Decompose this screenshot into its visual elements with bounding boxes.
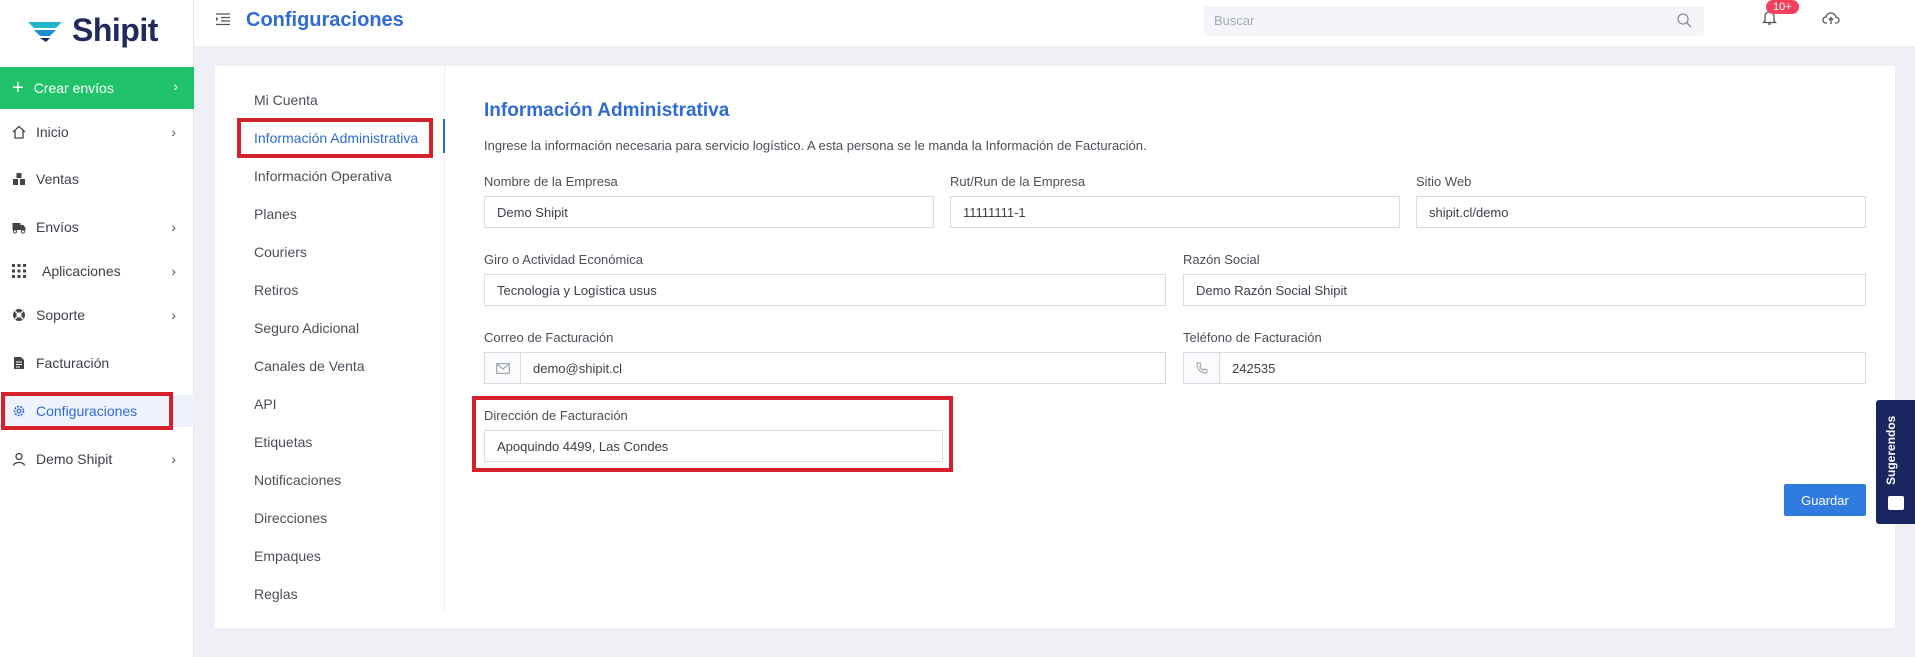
subnav-item-seguro-adicional[interactable]: Seguro Adicional: [254, 320, 359, 336]
billing-email-label: Correo de Facturación: [484, 330, 614, 345]
billing-phone-label: Teléfono de Facturación: [1183, 330, 1322, 345]
sidebar-item-label: Configuraciones: [36, 403, 138, 419]
sidebar-item-label: Facturación: [36, 355, 110, 371]
sidebar-item-label: Ventas: [36, 171, 79, 187]
form-title: Información Administrativa: [484, 100, 730, 121]
sidebar-item-label: Inicio: [36, 124, 69, 140]
subnav-item-canales-de-venta[interactable]: Canales de Venta: [254, 358, 365, 374]
rut-field[interactable]: 11111111-1: [950, 196, 1400, 228]
sidebar-item-demo-shipit[interactable]: Demo Shipit ›: [0, 443, 194, 475]
settings-card: Mi Cuenta Información Administrativa Inf…: [215, 66, 1895, 628]
truck-icon: [12, 220, 26, 234]
phone-icon: [1184, 353, 1220, 383]
user-icon: [12, 452, 26, 466]
sales-icon: [12, 172, 26, 186]
website-value: shipit.cl/demo: [1429, 204, 1509, 220]
subnav-item-couriers[interactable]: Couriers: [254, 244, 307, 260]
sidebar-item-label: Demo Shipit: [36, 451, 113, 467]
chevron-right-icon: ›: [171, 263, 176, 279]
document-icon: [12, 356, 26, 370]
top-bar: Configuraciones Buscar 10+: [194, 0, 1915, 46]
gear-icon: [12, 404, 26, 418]
sidebar-item-label: Aplicaciones: [42, 263, 121, 279]
subnav-item-empaques[interactable]: Empaques: [254, 548, 321, 564]
sidebar-item-soporte[interactable]: Soporte ›: [0, 299, 194, 331]
rut-label: Rut/Run de la Empresa: [950, 174, 1086, 189]
website-field[interactable]: shipit.cl/demo: [1416, 196, 1866, 228]
subnav-item-etiquetas[interactable]: Etiquetas: [254, 434, 312, 450]
company-name-value: Demo Shipit: [497, 204, 568, 220]
subnav-item-api[interactable]: API: [254, 396, 277, 412]
subnav-item-planes[interactable]: Planes: [254, 206, 297, 222]
sidebar: Shipit + Crear envíos › Inicio › Ventas …: [0, 0, 194, 657]
form-description: Ingrese la información necesaria para se…: [484, 138, 1147, 153]
save-button[interactable]: Guardar: [1784, 484, 1866, 516]
subnav-item-informacion-administrativa[interactable]: Información Administrativa: [254, 130, 418, 146]
billing-email-value: demo@shipit.cl: [533, 360, 623, 376]
sidebar-item-ventas[interactable]: Ventas: [0, 163, 194, 195]
chevron-right-icon: ›: [171, 451, 176, 467]
rut-value: 11111111-1: [963, 204, 1026, 220]
sidebar-item-label: Envíos: [36, 219, 79, 235]
sidebar-item-inicio[interactable]: Inicio ›: [0, 116, 194, 148]
create-shipment-button[interactable]: + Crear envíos ›: [0, 67, 194, 109]
search-placeholder: Buscar: [1214, 13, 1255, 28]
chevron-right-icon: ›: [171, 307, 176, 323]
menu-toggle-icon[interactable]: [216, 12, 230, 26]
subnav-item-reglas[interactable]: Reglas: [254, 586, 298, 602]
chevron-right-icon: ›: [173, 78, 178, 94]
cloud-upload-icon[interactable]: [1822, 11, 1840, 28]
notification-badge: 10+: [1766, 0, 1799, 14]
billing-address-label: Dirección de Facturación: [484, 408, 628, 423]
feedback-side-tab[interactable]: Sugerendos: [1876, 400, 1915, 524]
subnav-item-notificaciones[interactable]: Notificaciones: [254, 472, 341, 488]
billing-phone-field[interactable]: 242535: [1183, 352, 1866, 384]
shipit-logo[interactable]: Shipit: [26, 12, 158, 49]
business-activity-label: Giro o Actividad Económica: [484, 252, 643, 267]
plus-icon: +: [12, 77, 24, 99]
feedback-tab-label: Sugerendos: [1884, 415, 1898, 485]
subnav-item-informacion-operativa[interactable]: Información Operativa: [254, 168, 392, 184]
chevron-right-icon: ›: [171, 124, 176, 140]
subnav-item-direcciones[interactable]: Direcciones: [254, 510, 327, 526]
sidebar-item-label: Soporte: [36, 307, 86, 323]
search-icon[interactable]: [1677, 13, 1692, 31]
home-icon: [12, 125, 26, 139]
search-input[interactable]: Buscar: [1204, 6, 1704, 36]
business-activity-field[interactable]: Tecnología y Logística usus: [484, 274, 1166, 306]
legal-name-field[interactable]: Demo Razón Social Shipit: [1183, 274, 1866, 306]
sidebar-item-aplicaciones[interactable]: Aplicaciones ›: [0, 255, 194, 287]
grid-icon: [12, 264, 26, 278]
sidebar-item-facturacion[interactable]: Facturación: [0, 347, 194, 379]
logo-wing-icon: [28, 21, 62, 42]
sidebar-item-configuraciones[interactable]: Configuraciones: [0, 395, 194, 427]
billing-email-field[interactable]: demo@shipit.cl: [484, 352, 1166, 384]
chevron-right-icon: ›: [171, 219, 176, 235]
company-name-field[interactable]: Demo Shipit: [484, 196, 934, 228]
settings-subnav: Mi Cuenta Información Administrativa Inf…: [215, 66, 445, 611]
legal-name-label: Razón Social: [1183, 252, 1260, 267]
subnav-item-mi-cuenta[interactable]: Mi Cuenta: [254, 92, 318, 108]
website-label: Sitio Web: [1416, 174, 1472, 189]
billing-address-value: Apoquindo 4499, Las Condes: [497, 438, 669, 454]
brand-name: Shipit: [72, 12, 158, 48]
business-activity-value: Tecnología y Logística usus: [497, 282, 657, 298]
subnav-active-indicator: [443, 119, 445, 153]
billing-address-field[interactable]: Apoquindo 4499, Las Condes: [484, 430, 943, 462]
subnav-item-retiros[interactable]: Retiros: [254, 282, 298, 298]
company-name-label: Nombre de la Empresa: [484, 174, 618, 189]
mail-icon: [485, 353, 521, 383]
billing-phone-value: 242535: [1232, 360, 1276, 376]
create-shipment-label: Crear envíos: [33, 80, 114, 96]
legal-name-value: Demo Razón Social Shipit: [1196, 282, 1348, 298]
page-title: Configuraciones: [246, 9, 404, 31]
sidebar-item-envios[interactable]: Envíos ›: [0, 211, 194, 243]
lifebuoy-icon: [12, 308, 26, 322]
chat-icon: [1888, 496, 1904, 510]
